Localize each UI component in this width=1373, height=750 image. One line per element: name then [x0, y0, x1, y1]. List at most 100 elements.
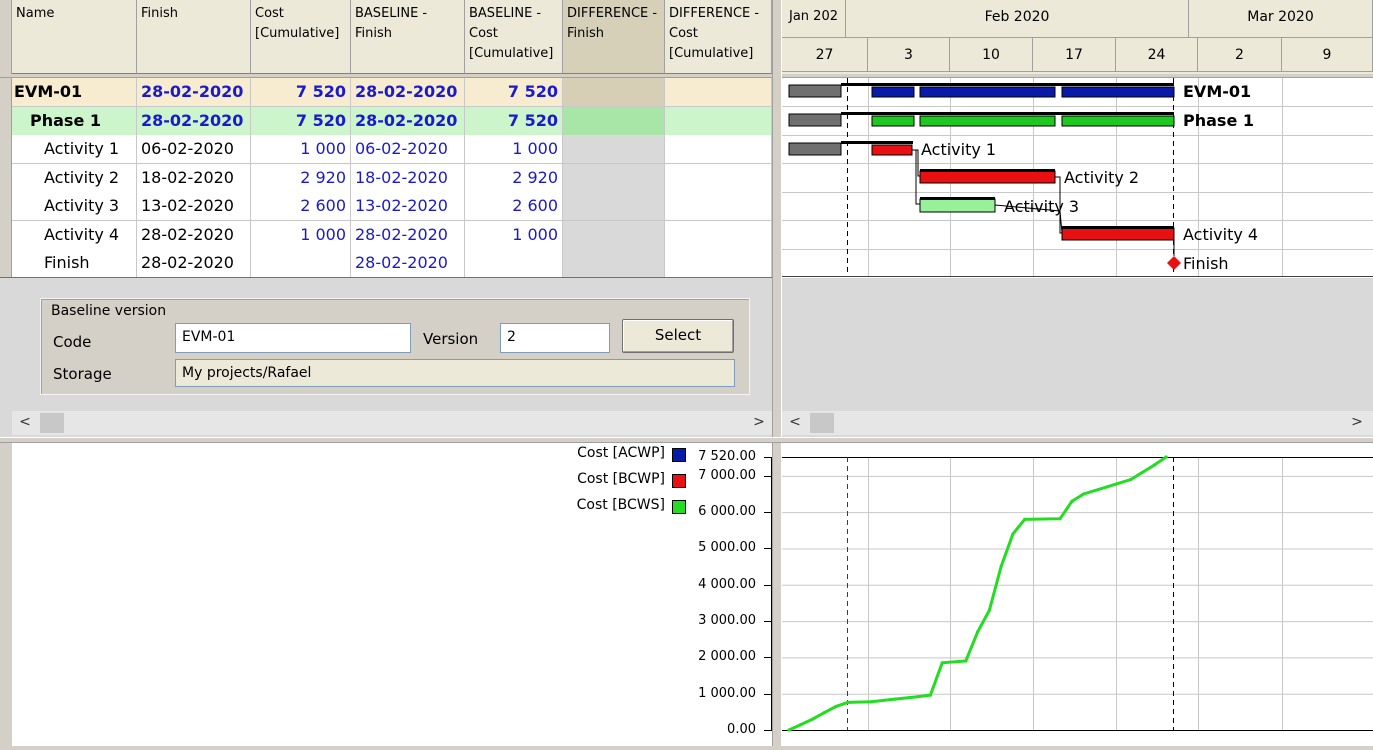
- table-cell-name[interactable]: Activity 3: [12, 192, 137, 221]
- table-cell-dcost[interactable]: [665, 78, 772, 107]
- gantt-horizontal-scrollbar[interactable]: < >: [782, 411, 1373, 435]
- table-cell-finish[interactable]: 28-02-2020: [137, 220, 251, 250]
- column-header-name[interactable]: Name: [12, 0, 137, 74]
- data-point: [928, 693, 932, 697]
- table-cell-bfinish[interactable]: 28-02-2020: [351, 106, 465, 136]
- version-field[interactable]: 2: [500, 323, 610, 353]
- table-cell-bcost[interactable]: 7 520: [465, 78, 563, 107]
- table-cell-bcost[interactable]: 7 520: [465, 106, 563, 136]
- table-cell-finish[interactable]: 28-02-2020: [137, 106, 251, 136]
- gantt-label-activity-1: Activity 1: [921, 140, 997, 159]
- table-cell-finish[interactable]: 18-02-2020: [137, 163, 251, 193]
- table-cell-dfinish[interactable]: [563, 135, 665, 164]
- scroll-left-icon[interactable]: <: [12, 411, 38, 433]
- table-cell-dfinish[interactable]: [563, 192, 665, 221]
- scroll-right-icon[interactable]: >: [746, 411, 772, 433]
- data-point: [976, 630, 980, 634]
- gantt-label-phase-1: Phase 1: [1183, 111, 1254, 130]
- column-header-difference-cost[interactable]: DIFFERENCE - Cost [Cumulative]: [665, 0, 772, 74]
- scroll-right-icon[interactable]: >: [1344, 411, 1370, 433]
- table-cell-dcost[interactable]: [665, 163, 772, 193]
- table-cell-dfinish[interactable]: [563, 220, 665, 250]
- column-header-cost[interactable]: Cost [Cumulative]: [251, 0, 351, 74]
- table-cell-name[interactable]: Phase 1: [12, 106, 137, 136]
- table-cell-bcost[interactable]: 2 920: [465, 163, 563, 193]
- column-header-difference-finish[interactable]: DIFFERENCE - Finish: [563, 0, 665, 74]
- data-point: [940, 661, 944, 665]
- chart-legend-pane: Cost [ACWP] Cost [BCWP] Cost [BCWS] 7 520.…: [0, 443, 772, 746]
- data-point: [799, 723, 803, 727]
- data-point: [869, 700, 874, 704]
- table-cell-dfinish[interactable]: [563, 163, 665, 193]
- data-point: [846, 700, 850, 704]
- month-feb: Feb 2020: [846, 0, 1189, 38]
- table-cell-cost[interactable]: [251, 249, 351, 278]
- week-3: 3: [868, 38, 950, 72]
- select-button[interactable]: Select: [622, 319, 734, 353]
- table-cell-cost[interactable]: 2 920: [251, 163, 351, 193]
- scroll-left-icon[interactable]: <: [782, 411, 808, 433]
- column-header-baseline-cost[interactable]: BASELINE - Cost [Cumulative]: [465, 0, 563, 74]
- code-field[interactable]: EVM-01: [175, 323, 411, 353]
- table-cell-bcost[interactable]: [465, 249, 563, 278]
- table-cell-finish[interactable]: 06-02-2020: [137, 135, 251, 164]
- scroll-thumb[interactable]: [810, 413, 834, 433]
- gantt-bar-activity-2: [919, 170, 1056, 184]
- table-cell-bfinish[interactable]: 28-02-2020: [351, 249, 465, 278]
- table-cell-dcost[interactable]: [665, 249, 772, 278]
- table-cell-bfinish[interactable]: 28-02-2020: [351, 220, 465, 250]
- column-header-label: DIFFERENCE - Finish: [567, 6, 658, 41]
- table-cell-name[interactable]: Finish: [12, 249, 137, 278]
- data-point: [1129, 477, 1133, 482]
- table-cell-bfinish[interactable]: 06-02-2020: [351, 135, 465, 164]
- table-cell-dcost[interactable]: [665, 135, 772, 164]
- y-tick-mark: [764, 730, 772, 731]
- table-cell-cost[interactable]: 2 600: [251, 192, 351, 221]
- table-cell-finish[interactable]: 13-02-2020: [137, 192, 251, 221]
- data-point: [1082, 492, 1086, 496]
- week-10: 10: [950, 38, 1033, 72]
- table-cell-name[interactable]: Activity 4: [12, 220, 137, 250]
- column-header-label: BASELINE - Finish: [355, 6, 428, 41]
- grid-pane: Name Finish Cost [Cumulative] BASELINE -…: [0, 0, 772, 437]
- table-cell-finish[interactable]: 28-02-2020: [137, 78, 251, 107]
- data-point: [999, 565, 1003, 569]
- table-horizontal-scrollbar[interactable]: < >: [12, 411, 772, 435]
- data-point: [1023, 517, 1027, 521]
- scroll-thumb[interactable]: [40, 413, 64, 433]
- table-cell-dcost[interactable]: [665, 106, 772, 136]
- table-cell-name[interactable]: Activity 1: [12, 135, 137, 164]
- week-2: 2: [1198, 38, 1282, 72]
- storage-label: Storage: [53, 365, 112, 383]
- gantt-label-finish: Finish: [1183, 254, 1229, 273]
- table-cell-bfinish[interactable]: 18-02-2020: [351, 163, 465, 193]
- table-cell-dfinish[interactable]: [563, 78, 665, 107]
- month-mar: Mar 2020: [1189, 0, 1373, 38]
- table-cell-name[interactable]: EVM-01: [12, 78, 137, 107]
- table-cell-cost[interactable]: 1 000: [251, 135, 351, 164]
- table-cell-name[interactable]: Activity 2: [12, 163, 137, 193]
- table-cell-cost[interactable]: 1 000: [251, 220, 351, 250]
- storage-field: My projects/Rafael: [175, 359, 735, 387]
- vertical-splitter[interactable]: [772, 0, 782, 746]
- table-cell-bfinish[interactable]: 28-02-2020: [351, 78, 465, 107]
- table-cell-dfinish[interactable]: [563, 106, 665, 136]
- table-cell-dfinish[interactable]: [563, 249, 665, 278]
- table-cell-bfinish[interactable]: 13-02-2020: [351, 192, 465, 221]
- table-cell-cost[interactable]: 7 520: [251, 78, 351, 107]
- table-cell-dcost[interactable]: [665, 220, 772, 250]
- column-header-baseline-finish[interactable]: BASELINE - Finish: [351, 0, 465, 74]
- column-header-finish[interactable]: Finish: [137, 0, 251, 74]
- table-cell-finish[interactable]: 28-02-2020: [137, 249, 251, 278]
- table-cell-cost[interactable]: 7 520: [251, 106, 351, 136]
- table-cell-bcost[interactable]: 2 600: [465, 192, 563, 221]
- version-label: Version: [423, 330, 479, 348]
- table-cell-bcost[interactable]: 1 000: [465, 220, 563, 250]
- gantt-label-activity-3: Activity 3: [1004, 197, 1080, 216]
- y-tick-label: 0.00: [727, 722, 756, 737]
- y-tick-label: 3 000.00: [698, 613, 756, 629]
- table-cell-bcost[interactable]: 1 000: [465, 135, 563, 164]
- data-point: [917, 695, 921, 699]
- table-cell-dcost[interactable]: [665, 192, 772, 221]
- legend-label: Cost [ACWP]: [577, 445, 665, 461]
